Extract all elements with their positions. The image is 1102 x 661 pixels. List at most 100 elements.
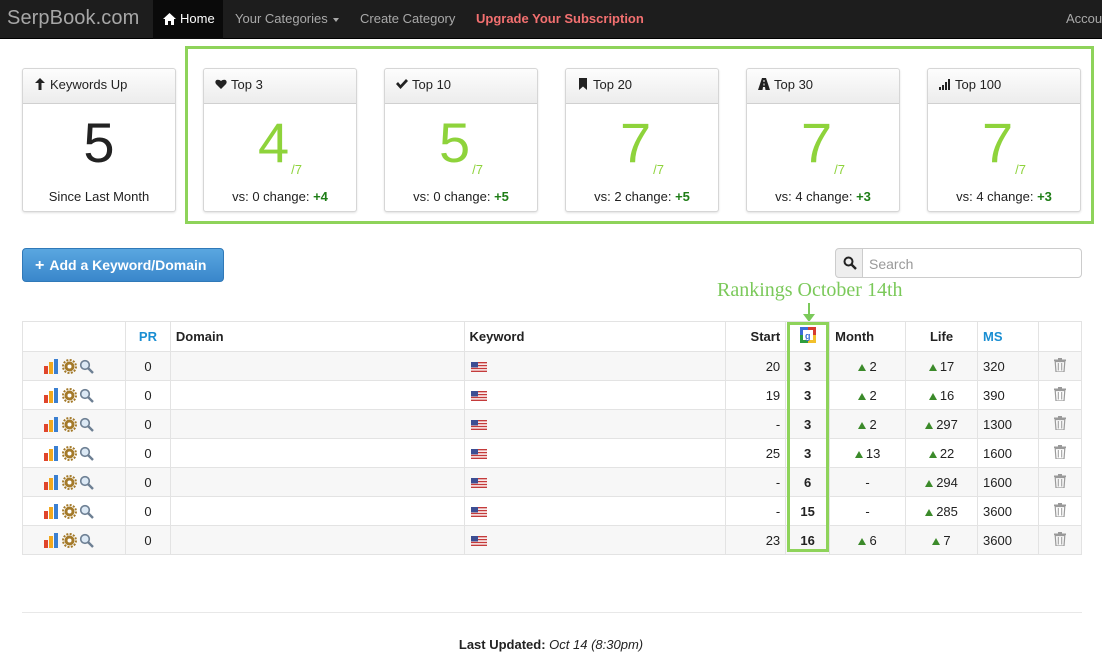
settings-gear-icon[interactable] — [62, 445, 77, 461]
settings-gear-icon[interactable] — [62, 532, 77, 548]
row-actions — [22, 409, 126, 439]
arrow-up-icon — [928, 392, 937, 400]
row-ms: 3600 — [977, 525, 1039, 555]
change-value: 285 — [936, 503, 958, 519]
chart-icon[interactable] — [44, 445, 60, 461]
arrow-up-icon — [858, 421, 867, 429]
col-start-header[interactable]: Start — [725, 321, 787, 352]
row-actions — [22, 380, 126, 410]
row-pr: 0 — [124, 438, 171, 468]
chart-icon[interactable] — [44, 503, 60, 519]
magnify-icon[interactable] — [79, 388, 94, 403]
magnify-icon[interactable] — [79, 446, 94, 461]
nav-upgrade-subscription[interactable]: Upgrade Your Subscription — [476, 11, 644, 26]
change-value: 294 — [936, 474, 958, 490]
trash-icon[interactable] — [1053, 444, 1066, 460]
add-keyword-label: Add a Keyword/Domain — [49, 257, 207, 273]
arrow-up-icon — [925, 421, 934, 429]
google-icon: g — [799, 327, 816, 343]
row-keyword — [463, 351, 727, 381]
chart-icon[interactable] — [44, 474, 60, 490]
us-flag-icon — [470, 361, 487, 372]
arrow-up-icon — [858, 537, 867, 545]
col-google-header[interactable]: g — [785, 321, 831, 352]
row-ms: 390 — [977, 380, 1039, 410]
row-pr: 0 — [124, 525, 171, 555]
magnify-icon[interactable] — [79, 533, 94, 548]
row-delete[interactable] — [1037, 380, 1083, 410]
change-value: 16 — [939, 387, 955, 403]
row-keyword — [463, 467, 727, 497]
trash-icon[interactable] — [1053, 473, 1066, 489]
trash-icon[interactable] — [1053, 386, 1066, 402]
row-delete[interactable] — [1037, 351, 1083, 381]
search-button[interactable] — [835, 248, 863, 278]
row-delete[interactable] — [1037, 438, 1083, 468]
row-google-rank: 3 — [785, 380, 831, 410]
arrow-up-icon — [858, 363, 867, 371]
trash-icon[interactable] — [1053, 531, 1066, 547]
chart-icon[interactable] — [44, 532, 60, 548]
us-flag-icon — [470, 390, 487, 401]
chart-icon[interactable] — [44, 387, 60, 403]
row-ms: 1600 — [977, 467, 1039, 497]
trash-icon[interactable] — [1053, 357, 1066, 373]
row-life-change: 294 — [905, 467, 979, 497]
nav-categories-label: Your Categories — [235, 11, 328, 26]
col-domain-header[interactable]: Domain — [169, 321, 465, 352]
row-delete[interactable] — [1037, 496, 1083, 526]
change-value: 6 — [869, 532, 877, 548]
arrow-up-icon — [932, 537, 941, 545]
row-life-change: 297 — [905, 409, 979, 439]
col-ms-header[interactable]: MS — [977, 321, 1039, 352]
row-delete[interactable] — [1037, 525, 1083, 555]
brand-logo[interactable]: SerpBook.com — [7, 7, 139, 30]
magnify-icon[interactable] — [79, 504, 94, 519]
col-month-header[interactable]: Month — [829, 321, 907, 352]
nav-home[interactable]: Home — [163, 11, 215, 26]
row-domain — [169, 438, 465, 468]
row-delete[interactable] — [1037, 467, 1083, 497]
search-input[interactable]: Search — [862, 248, 1082, 278]
us-flag-icon — [470, 448, 487, 459]
magnify-icon[interactable] — [79, 359, 94, 374]
row-month-change: 2 — [829, 409, 907, 439]
arrow-up-icon — [925, 508, 934, 516]
magnify-icon[interactable] — [79, 475, 94, 490]
us-flag-icon — [470, 535, 487, 546]
col-keyword-header[interactable]: Keyword — [463, 321, 727, 352]
magnify-icon[interactable] — [79, 417, 94, 432]
row-ms: 1300 — [977, 409, 1039, 439]
col-pr-header[interactable]: PR — [124, 321, 171, 352]
nav-categories-dropdown[interactable]: Your Categories — [235, 11, 339, 26]
trash-icon[interactable] — [1053, 502, 1066, 518]
row-month-change: 2 — [829, 351, 907, 381]
col-life-header[interactable]: Life — [905, 321, 979, 352]
settings-gear-icon[interactable] — [62, 416, 77, 432]
row-start: 20 — [725, 351, 787, 381]
row-delete[interactable] — [1037, 409, 1083, 439]
arrow-down-icon — [803, 303, 815, 322]
settings-gear-icon[interactable] — [62, 474, 77, 490]
row-pr: 0 — [124, 380, 171, 410]
chart-icon[interactable] — [44, 358, 60, 374]
add-keyword-button[interactable]: + Add a Keyword/Domain — [22, 248, 224, 282]
row-start: 19 — [725, 380, 787, 410]
change-value: 2 — [869, 387, 877, 403]
settings-gear-icon[interactable] — [62, 503, 77, 519]
row-google-rank: 16 — [785, 525, 831, 555]
row-actions — [22, 351, 126, 381]
last-updated-label: Last Updated: — [458, 637, 546, 652]
nav-create-category[interactable]: Create Category — [360, 11, 455, 26]
chart-icon[interactable] — [44, 416, 60, 432]
row-google-rank: 3 — [785, 351, 831, 381]
card-value: 5 — [83, 111, 115, 174]
settings-gear-icon[interactable] — [62, 358, 77, 374]
us-flag-icon — [470, 477, 487, 488]
trash-icon[interactable] — [1053, 415, 1066, 431]
row-start: - — [725, 467, 787, 497]
row-life-change: 16 — [905, 380, 979, 410]
nav-account[interactable]: Accou — [1066, 11, 1102, 26]
row-domain — [169, 351, 465, 381]
settings-gear-icon[interactable] — [62, 387, 77, 403]
